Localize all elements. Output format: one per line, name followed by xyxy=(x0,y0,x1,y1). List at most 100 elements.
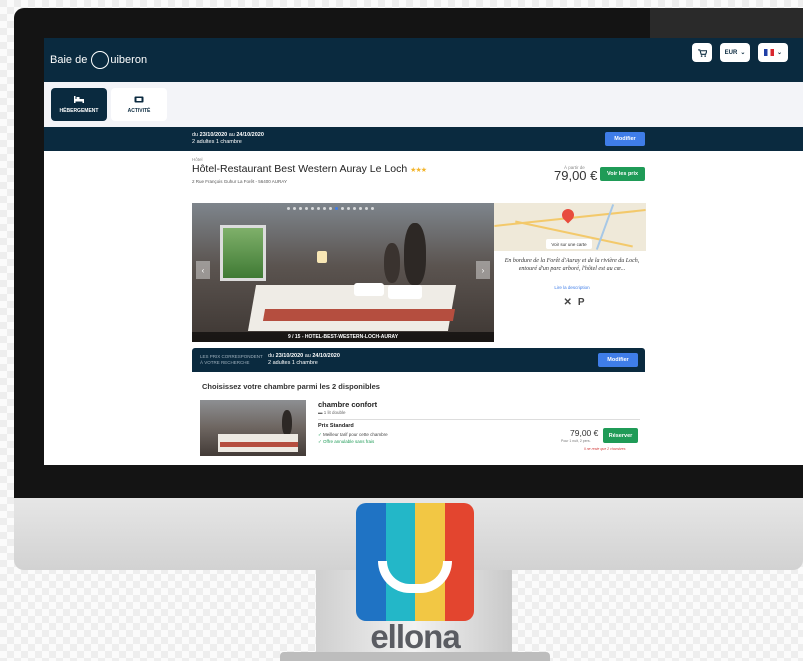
tab-label: ACTIVITÉ xyxy=(127,107,151,114)
gallery-photo-pillow xyxy=(388,285,422,299)
map-preview[interactable]: Voir sur une carte xyxy=(494,203,646,251)
logo-suffix: uiberon xyxy=(110,53,148,66)
gallery-dot[interactable] xyxy=(365,207,368,210)
gallery-dot[interactable] xyxy=(323,207,326,210)
guests-summary: 2 adultes 1 chambre xyxy=(268,360,318,366)
date-from: 23/10/2020 xyxy=(199,132,228,138)
room-photo[interactable] xyxy=(200,400,306,456)
gallery-dot[interactable] xyxy=(317,207,320,210)
cart-button[interactable] xyxy=(692,43,712,62)
gallery-dot[interactable] xyxy=(341,207,344,210)
hotel-description: En bordure de la Forêt d'Auray et de la … xyxy=(504,258,640,272)
restaurant-icon: ✕ xyxy=(563,297,572,308)
gallery-photo-throw xyxy=(262,309,456,321)
gallery-pagination xyxy=(287,207,374,210)
see-prices-button[interactable]: Voir les prix xyxy=(600,167,645,181)
gallery-dot[interactable] xyxy=(293,207,296,210)
monitor-gloss xyxy=(650,8,803,38)
site-logo[interactable]: Baie de uiberon xyxy=(50,51,147,69)
brand-name: ellona xyxy=(370,618,460,655)
rooms-search-note-1: LES PRIX CORRESPONDENT xyxy=(200,354,263,359)
gallery-dot[interactable] xyxy=(371,207,374,210)
gallery-photo-pillow xyxy=(354,283,384,296)
search-dates: du 23/10/2020 au 24/10/2020 2 adultes 1 … xyxy=(192,132,264,146)
chevron-down-icon: ⌄ xyxy=(740,50,746,56)
gallery-caption: 9 / 15 - HOTEL-BEST-WESTERN-LOCH-AURAY xyxy=(192,332,494,342)
gallery-dot[interactable] xyxy=(329,207,332,210)
language-select[interactable]: ⌄ xyxy=(758,43,788,62)
currency-select[interactable]: EUR ⌄ xyxy=(720,43,750,62)
gallery-photo-window xyxy=(220,225,266,281)
room-bed-label: 1 lit double xyxy=(323,410,346,415)
dates-prefix: du xyxy=(192,132,200,138)
rooms-search-note-2: À VOTRE RECHERCHE xyxy=(200,360,250,365)
cart-icon xyxy=(697,48,707,57)
room-bed-info: ▬ 1 lit double xyxy=(318,410,346,415)
search-summary: du 23/10/2020 au 24/10/2020 2 adultes 1 … xyxy=(44,127,803,151)
chevron-left-icon[interactable]: ‹ xyxy=(196,261,210,279)
star-rating: ★★★ xyxy=(410,167,427,174)
hotel-price: 79,00 € xyxy=(554,168,598,183)
gallery-dot[interactable] xyxy=(335,207,338,210)
view-map-button[interactable]: Voir sur une carte xyxy=(546,239,592,249)
rooms-heading: Choisissez votre chambre parmi les 2 dis… xyxy=(202,382,380,391)
dates-prefix: du xyxy=(268,353,276,359)
tab-label: HÉBERGEMENT xyxy=(59,107,99,114)
french-flag-icon xyxy=(763,49,774,56)
modify-rooms-search-button[interactable]: Modifier xyxy=(598,353,638,367)
gallery-dot[interactable] xyxy=(359,207,362,210)
rooms-search-summary: LES PRIX CORRESPONDENT À VOTRE RECHERCHE… xyxy=(192,348,645,372)
category-tabs: HÉBERGEMENT ACTIVITÉ xyxy=(44,82,803,127)
map-pin-icon xyxy=(559,206,577,224)
check-icon: ✓ xyxy=(318,432,322,437)
guests-summary: 2 adultes 1 chambre xyxy=(192,139,242,145)
hotel-address: 2 Rue François Guhur La Forêt - 56400 AU… xyxy=(192,179,287,184)
modify-search-button[interactable]: Modifier xyxy=(605,132,645,146)
bed-icon: ▬ xyxy=(318,410,323,415)
book-button[interactable]: Réserver xyxy=(603,428,638,443)
rate-title: Prix Standard xyxy=(318,423,354,429)
tab-activite[interactable]: ACTIVITÉ xyxy=(111,88,167,121)
logo-prefix: Baie de xyxy=(50,53,88,66)
site-header: Baie de uiberon EUR ⌄ ⌄ xyxy=(44,38,803,82)
gallery-dot[interactable] xyxy=(287,207,290,210)
rate-feature-label: Meilleur tarif pour cette chambre xyxy=(323,432,388,437)
rate-price-detail: Pour 1 nuit, 2 pers. xyxy=(561,439,591,443)
elloha-logo xyxy=(356,503,474,621)
amenities: ✕ P xyxy=(554,297,594,308)
date-to: 24/10/2020 xyxy=(312,353,340,359)
parking-icon: P xyxy=(577,297,585,308)
room-photo-throw xyxy=(220,442,298,447)
hotel-name: Hôtel-Restaurant Best Western Auray Le L… xyxy=(192,163,408,175)
rate-feature: ✓ Offre annulable sans frais xyxy=(318,439,374,445)
gallery-photo-sculpture xyxy=(404,223,426,285)
rooms-search-note: LES PRIX CORRESPONDENT À VOTRE RECHERCHE xyxy=(200,354,263,366)
gallery-dot[interactable] xyxy=(353,207,356,210)
date-to: 24/10/2020 xyxy=(236,132,264,138)
bed-icon xyxy=(74,95,84,103)
gallery-dot[interactable] xyxy=(311,207,314,210)
chevron-right-icon[interactable]: › xyxy=(476,261,490,279)
gallery-dot[interactable] xyxy=(305,207,308,210)
gallery-photo-bed xyxy=(247,285,457,331)
ticket-icon xyxy=(134,96,144,102)
gallery-photo-lamp xyxy=(317,251,327,263)
gallery-dot[interactable] xyxy=(299,207,302,210)
tab-hebergement[interactable]: HÉBERGEMENT xyxy=(51,88,107,121)
hotel-type: Hôtel xyxy=(192,157,203,162)
dates-mid: au xyxy=(303,353,313,359)
chevron-down-icon: ⌄ xyxy=(776,50,783,56)
photo-gallery[interactable]: ‹ › 9 / 15 - HOTEL-BEST-WESTERN-LOCH-AUR… xyxy=(192,203,494,342)
currency-value: EUR xyxy=(724,49,738,56)
gallery-dot[interactable] xyxy=(347,207,350,210)
dates-mid: au xyxy=(227,132,237,138)
date-from: 23/10/2020 xyxy=(275,353,304,359)
logo-ring-icon xyxy=(91,51,110,69)
rate-feature-label: Offre annulable sans frais xyxy=(323,439,375,444)
check-icon: ✓ xyxy=(318,439,322,444)
rate-feature: ✓ Meilleur tarif pour cette chambre xyxy=(318,432,388,438)
room-photo-sculpture xyxy=(282,410,292,436)
rooms-search-dates: du 23/10/2020 au 24/10/2020 2 adultes 1 … xyxy=(268,353,340,367)
rate-price: 79,00 € xyxy=(570,428,599,438)
read-description-link[interactable]: Lire la description xyxy=(502,285,642,290)
